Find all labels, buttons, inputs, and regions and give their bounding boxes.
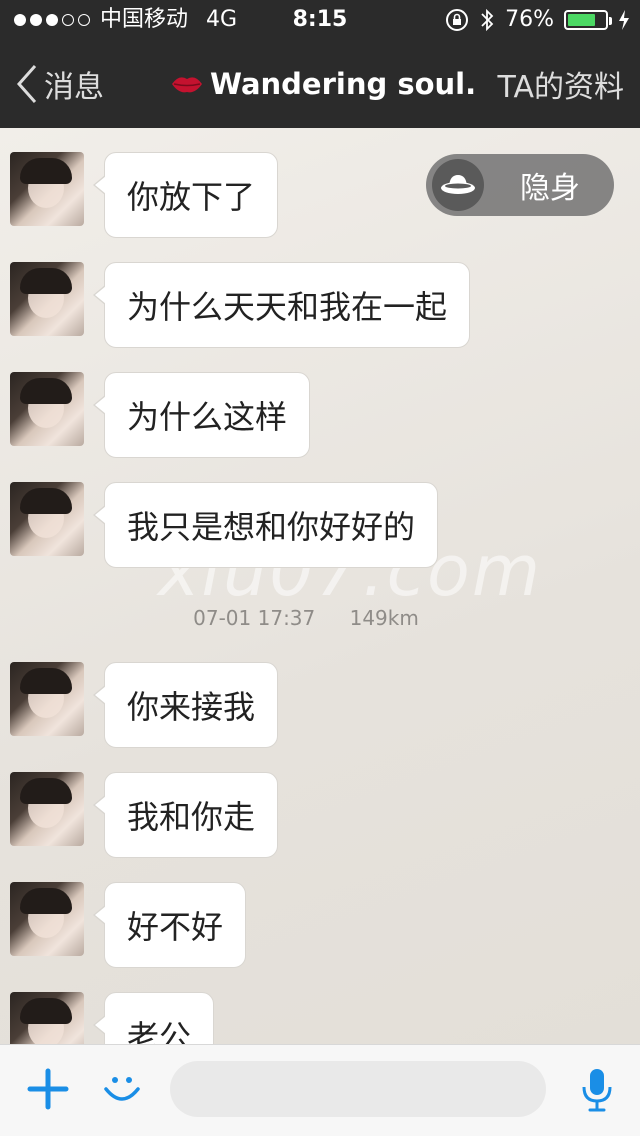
avatar[interactable] — [10, 262, 84, 336]
battery-percent: 76% — [505, 7, 554, 32]
ufo-icon — [432, 159, 484, 211]
message-bubble[interactable]: 好不好 — [92, 882, 247, 968]
status-right: 76% — [445, 0, 630, 40]
message-row: 好不好 — [10, 882, 247, 968]
stealth-label: 隐身 — [520, 171, 580, 206]
chat-area[interactable]: xiu07.com 你放下了 为什么天天和我在一起 为什么这样 我只是想和你好好… — [0, 128, 640, 1044]
avatar[interactable] — [10, 482, 84, 556]
battery-level — [568, 14, 596, 26]
chevron-left-icon — [16, 65, 37, 103]
message-row: 为什么天天和我在一起 — [10, 262, 471, 348]
message-bubble[interactable]: 为什么这样 — [92, 372, 311, 458]
avatar[interactable] — [10, 772, 84, 846]
message-row: 你放下了 — [10, 152, 279, 238]
battery-icon — [564, 10, 612, 30]
back-label: 消息 — [44, 70, 104, 105]
avatar[interactable] — [10, 152, 84, 226]
message-bubble[interactable]: 你放下了 — [92, 152, 279, 238]
message-input[interactable] — [170, 1061, 546, 1117]
navigation-bar: 消息 Wandering soul. TA的资料 — [0, 40, 640, 128]
timestamp-distance: 149km — [349, 606, 419, 630]
message-bubble[interactable]: 你来接我 — [92, 662, 279, 748]
back-button[interactable]: 消息 — [16, 40, 104, 128]
message-timestamp: 07-01 17:37 149km — [0, 606, 612, 630]
message-row: 老公 — [10, 992, 215, 1044]
avatar[interactable] — [10, 662, 84, 736]
message-bubble[interactable]: 老公 — [92, 992, 215, 1044]
charging-bolt-icon — [619, 10, 629, 30]
message-row: 我只是想和你好好的 — [10, 482, 439, 568]
input-toolbar — [0, 1044, 640, 1136]
plus-icon[interactable] — [26, 1067, 70, 1111]
stealth-toggle-button[interactable]: 隐身 — [426, 154, 614, 216]
lips-icon — [172, 77, 202, 93]
avatar[interactable] — [10, 882, 84, 956]
rotation-lock-icon — [446, 9, 469, 31]
bluetooth-icon — [481, 8, 494, 32]
message-bubble[interactable]: 为什么天天和我在一起 — [92, 262, 471, 348]
message-bubble[interactable]: 我和你走 — [92, 772, 279, 858]
conversation-title: Wandering soul. — [170, 40, 476, 128]
microphone-icon[interactable] — [580, 1067, 614, 1113]
profile-button[interactable]: TA的资料 — [497, 40, 624, 128]
emoji-icon[interactable] — [100, 1065, 144, 1109]
status-bar: 中国移动 4G 8:15 76% — [0, 0, 640, 40]
timestamp-datetime: 07-01 17:37 — [193, 606, 316, 630]
message-bubble[interactable]: 我只是想和你好好的 — [92, 482, 439, 568]
avatar[interactable] — [10, 372, 84, 446]
message-row: 我和你走 — [10, 772, 279, 858]
message-row: 为什么这样 — [10, 372, 311, 458]
top-bar: 中国移动 4G 8:15 76% 消息 Wandering soul. TA的资… — [0, 0, 640, 128]
contact-name: Wandering soul. — [210, 67, 477, 101]
avatar[interactable] — [10, 992, 84, 1044]
message-row: 你来接我 — [10, 662, 279, 748]
